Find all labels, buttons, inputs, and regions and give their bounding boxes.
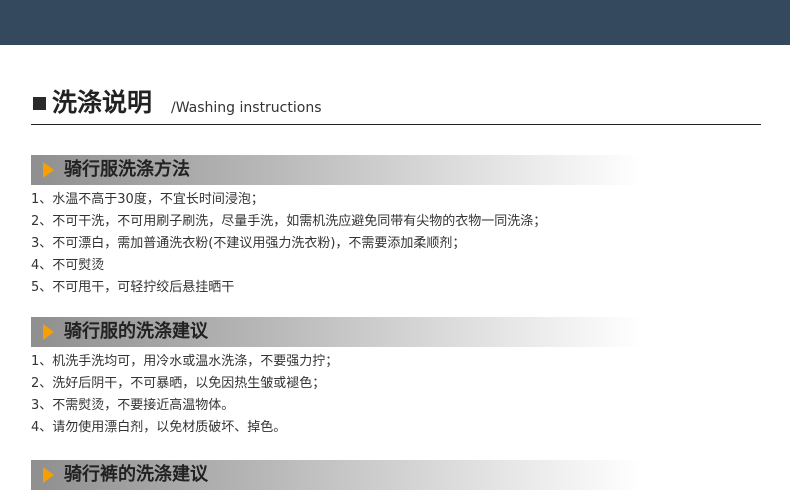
page-title: 洗涤说明	[52, 88, 153, 117]
list-item: 4、不可熨烫	[31, 258, 105, 273]
play-arrow-icon	[43, 162, 54, 178]
section-title: 骑行服的洗涤建议	[64, 321, 208, 342]
play-arrow-icon	[43, 324, 54, 340]
washing-method-list: 1、水温不高于30度，不宜长时间浸泡； 2、不可干洗，不可用刷子刷洗，尽量手洗，…	[31, 189, 546, 299]
list-item: 2、不可干洗，不可用刷子刷洗，尽量手洗，如需机洗应避免同带有尖物的衣物一同洗涤；	[31, 214, 547, 229]
list-item: 1、机洗手洗均可，用冷水或温水洗涤，不要强力拧；	[31, 354, 339, 369]
list-item: 3、不需熨烫，不要接近高温物体。	[31, 398, 235, 413]
page-heading: 洗涤说明 /Washing instructions	[31, 86, 761, 125]
square-bullet-icon	[33, 97, 46, 110]
jersey-advice-list: 1、机洗手洗均可，用冷水或温水洗涤，不要强力拧； 2、洗好后阴干，不可暴晒，以免…	[31, 351, 338, 439]
list-item: 5、不可甩干，可轻拧绞后悬挂晒干	[31, 280, 235, 295]
section-title: 骑行裤的洗涤建议	[64, 464, 208, 485]
page-subtitle-english: /Washing instructions	[171, 100, 322, 116]
section-header-shorts-advice: 骑行裤的洗涤建议	[31, 460, 641, 490]
top-banner	[0, 0, 790, 45]
section-header-jersey-advice: 骑行服的洗涤建议	[31, 317, 641, 347]
section-title: 骑行服洗涤方法	[64, 159, 190, 180]
list-item: 4、请勿使用漂白剂，以免材质破坏、掉色。	[31, 420, 287, 435]
list-item: 3、不可漂白，需加普通洗衣粉(不建议用强力洗衣粉)，不需要添加柔顺剂；	[31, 236, 466, 251]
play-arrow-icon	[43, 467, 54, 483]
list-item: 1、水温不高于30度，不宜长时间浸泡；	[31, 192, 264, 207]
section-header-washing-method: 骑行服洗涤方法	[31, 155, 641, 185]
list-item: 2、洗好后阴干，不可暴晒，以免因热生皱或褪色；	[31, 376, 326, 391]
